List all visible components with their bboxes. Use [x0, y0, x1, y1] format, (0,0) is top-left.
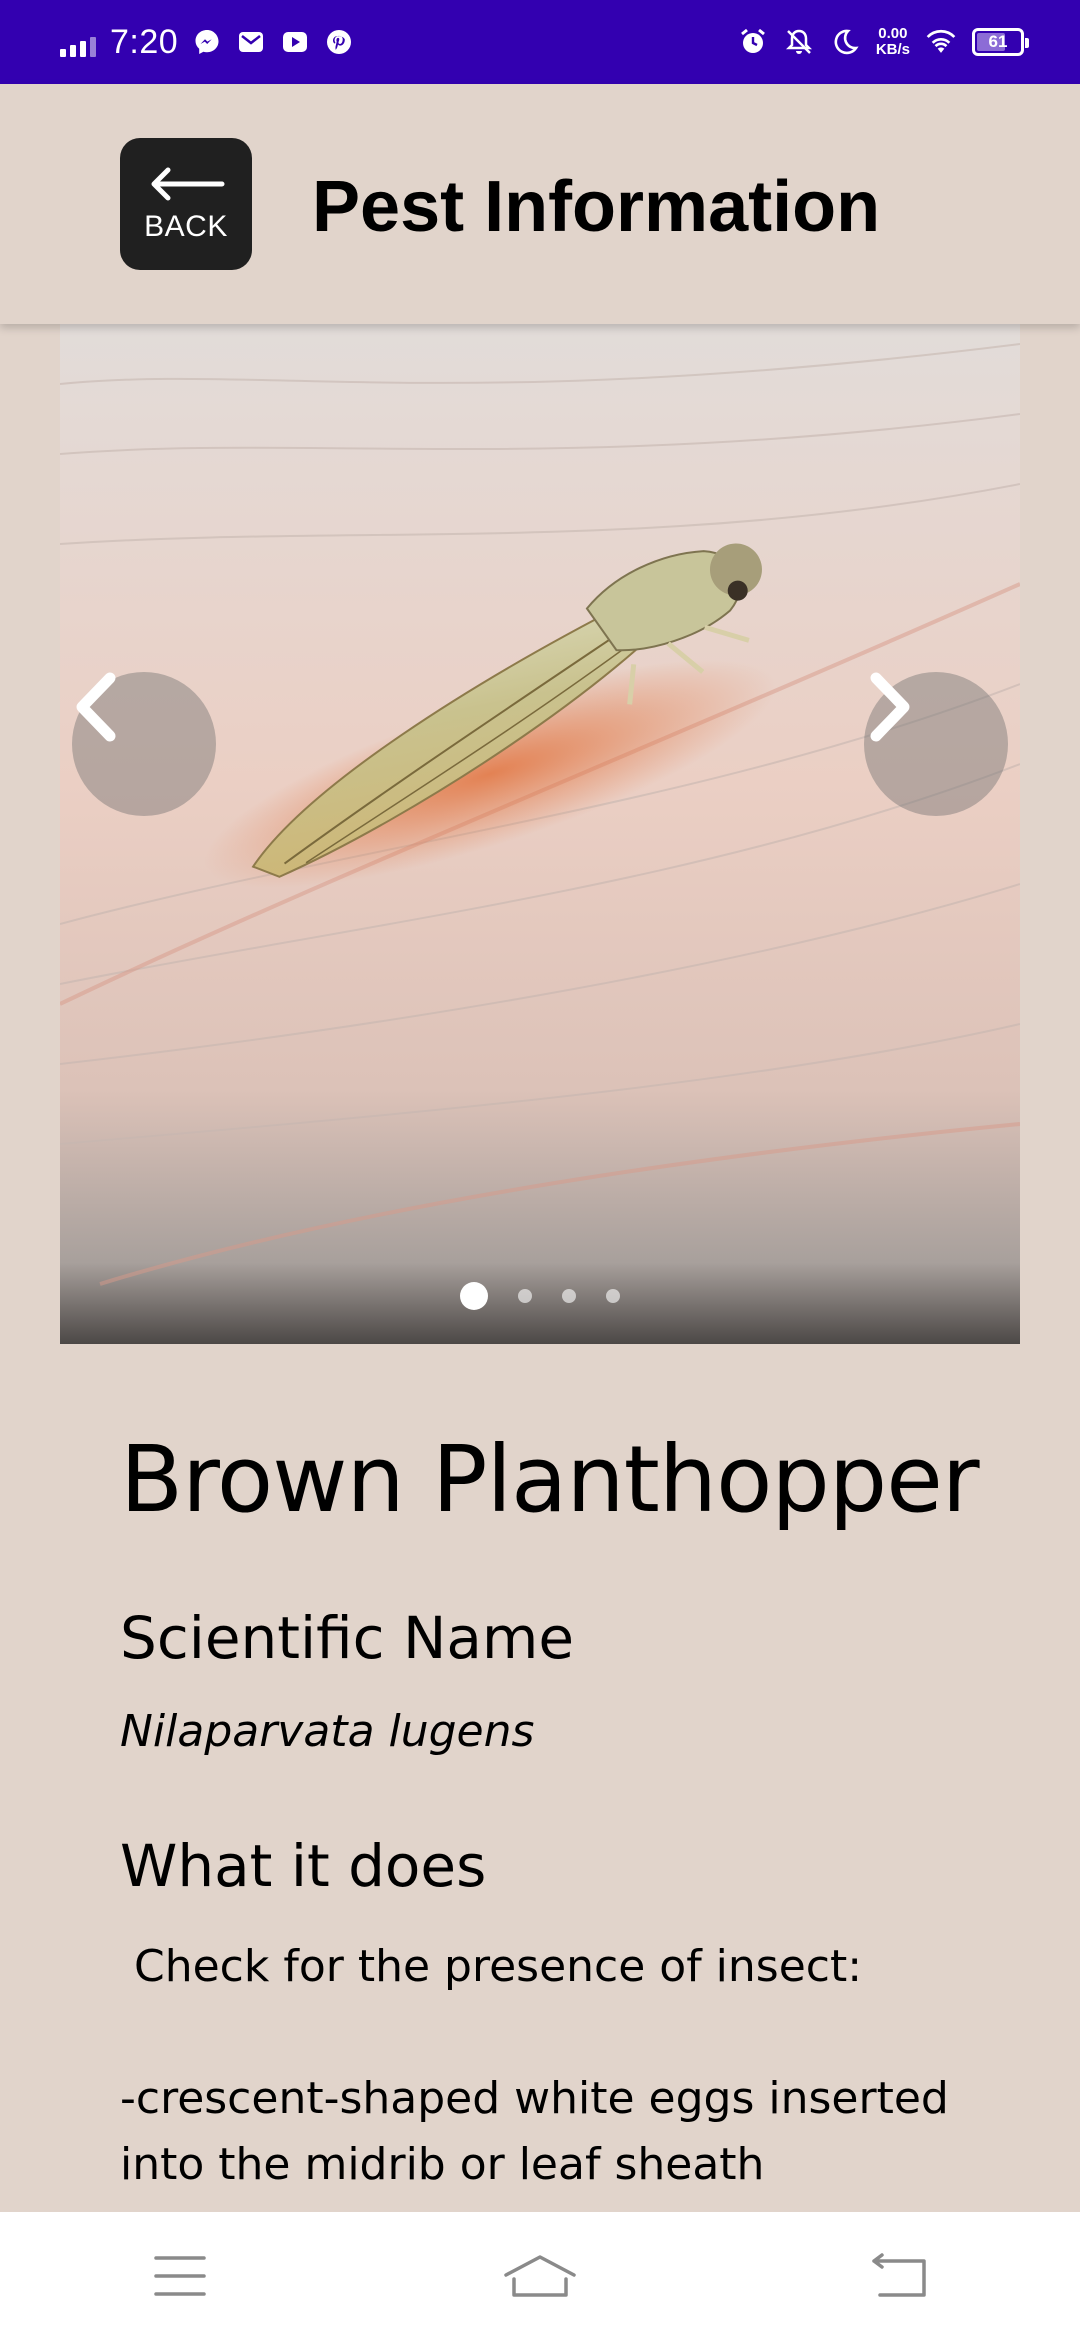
- wifi-icon: [926, 27, 956, 57]
- scientific-name-heading: Scientific Name: [120, 1604, 575, 1672]
- status-time: 7:20: [110, 22, 179, 61]
- back-label: BACK: [144, 210, 228, 243]
- back-nav-button[interactable]: [840, 2231, 960, 2321]
- youtube-icon: [280, 27, 310, 57]
- carousel-prev-button[interactable]: [72, 672, 216, 816]
- menu-button[interactable]: [120, 2231, 240, 2321]
- alarm-icon: [738, 27, 768, 57]
- pest-name: Brown Planthopper: [120, 1426, 980, 1533]
- pest-description: Check for the presence of insect: -cresc…: [120, 1941, 949, 2190]
- battery-icon: 61: [972, 28, 1029, 56]
- home-icon: [504, 2255, 576, 2297]
- carousel-dot[interactable]: [518, 1289, 532, 1303]
- moon-icon: [830, 27, 860, 57]
- back-nav-icon: [872, 2253, 926, 2297]
- carousel-indicators: [60, 1282, 1020, 1310]
- pest-image: [60, 324, 1020, 1344]
- net-speed: 0.00 KB/s: [875, 25, 910, 58]
- mute-icon: [784, 27, 814, 57]
- menu-icon: [154, 2256, 206, 2296]
- carousel-next-button[interactable]: [864, 672, 1008, 816]
- arrow-left-icon: [151, 167, 225, 201]
- carousel-dot[interactable]: [606, 1289, 620, 1303]
- back-button[interactable]: BACK: [120, 138, 252, 270]
- chevron-left-icon: [76, 672, 116, 742]
- app-header: BACK Pest Information: [0, 84, 1080, 324]
- mail-icon: [236, 27, 266, 57]
- signal-icon: [60, 27, 96, 57]
- pest-details: Brown Planthopper Scientific Name Nilapa…: [120, 1420, 980, 2198]
- carousel-dot[interactable]: [460, 1282, 488, 1310]
- messenger-icon: [192, 27, 222, 57]
- system-nav-bar: [0, 2212, 1080, 2340]
- page-title: Pest Information: [312, 167, 881, 247]
- what-it-does-heading: What it does: [120, 1832, 487, 1900]
- status-bar: 7:20 0.00 KB/s 61: [0, 0, 1080, 84]
- home-button[interactable]: [480, 2231, 600, 2321]
- pinterest-icon: [324, 27, 354, 57]
- scientific-name: Nilaparvata lugens: [120, 1706, 535, 1757]
- chevron-right-icon: [870, 672, 910, 742]
- image-carousel[interactable]: [60, 324, 1020, 1344]
- carousel-dot[interactable]: [562, 1289, 576, 1303]
